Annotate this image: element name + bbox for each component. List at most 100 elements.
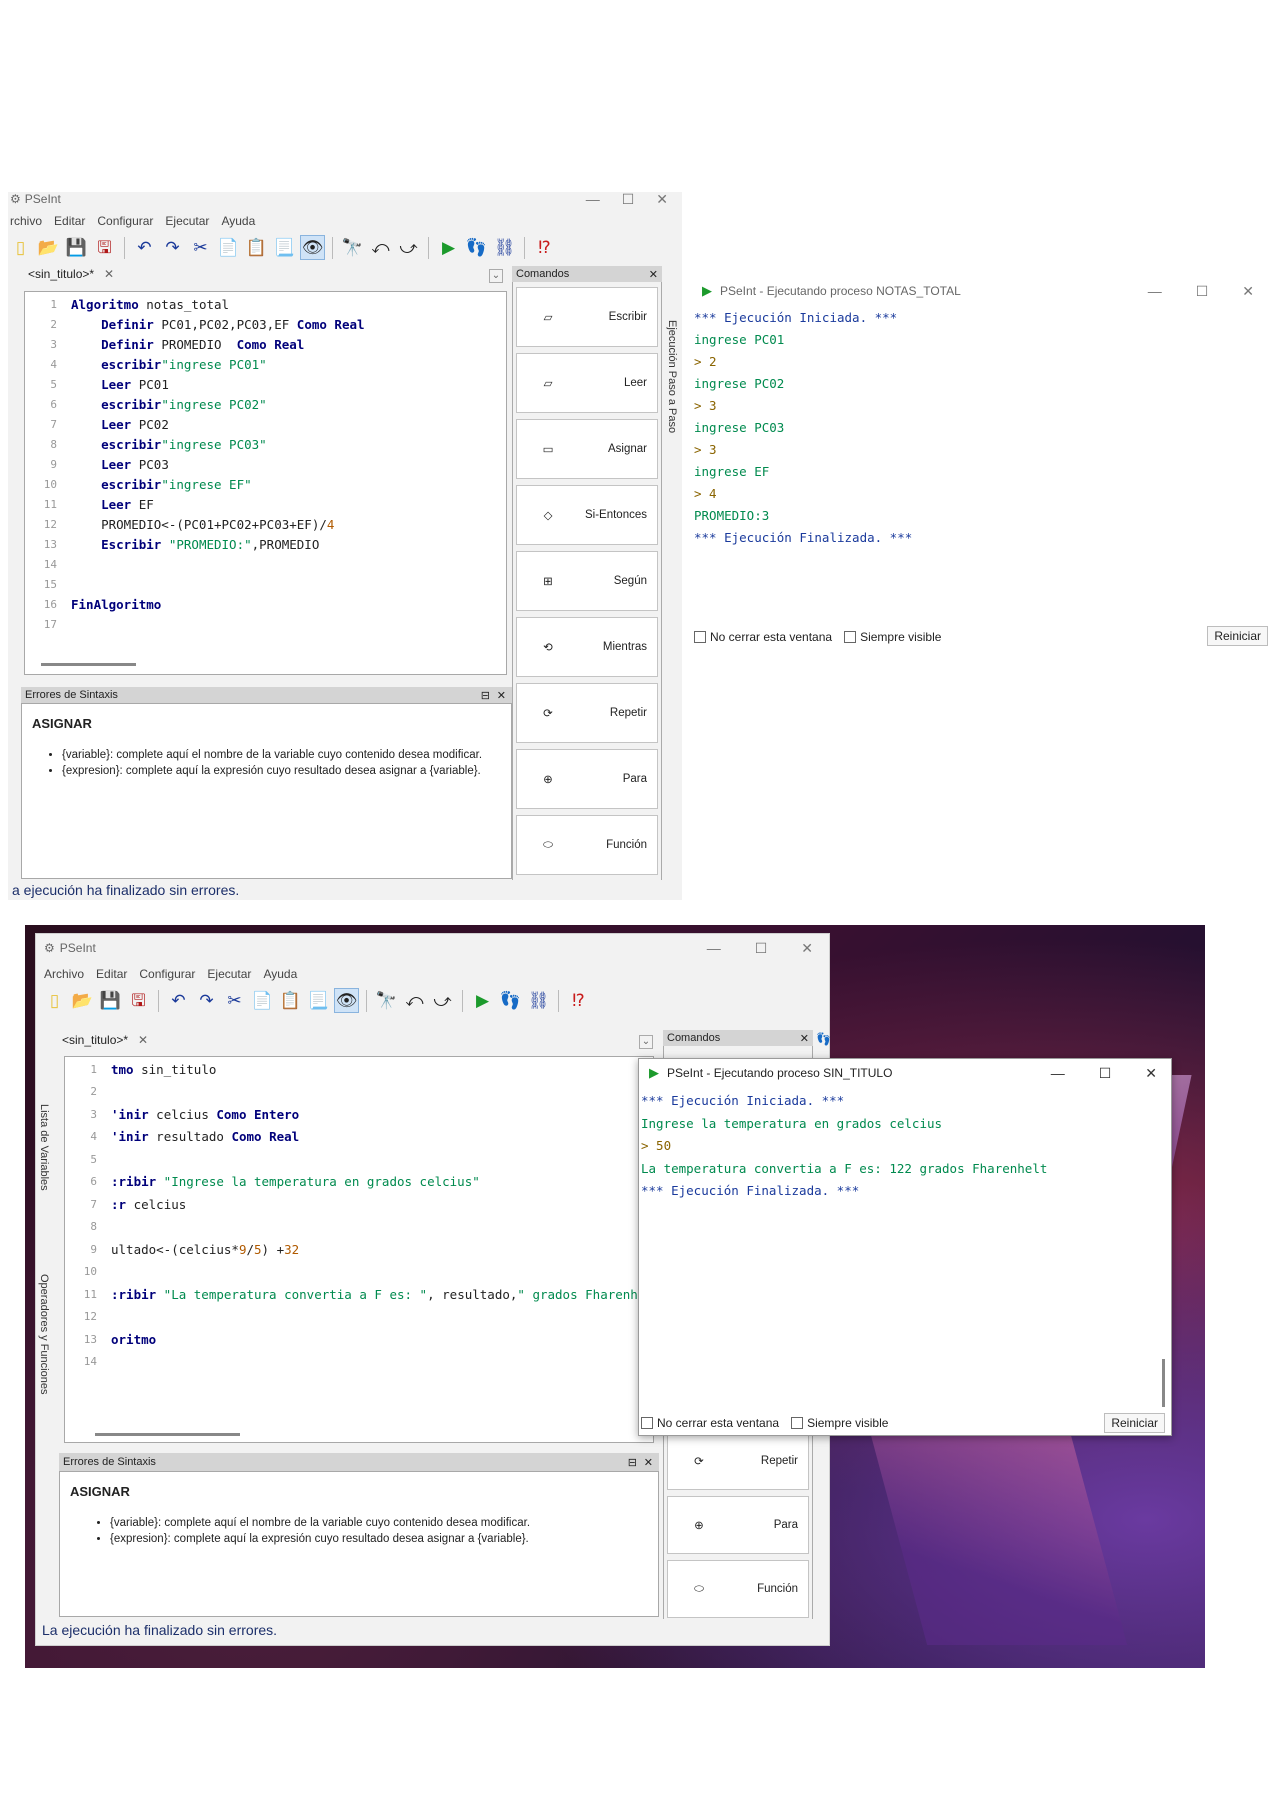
tab-label[interactable]: <sin_titulo>* xyxy=(28,267,94,281)
step-by-step-icon[interactable]: 👣 xyxy=(498,988,523,1013)
command-funcion[interactable]: ⬭ Función xyxy=(667,1560,809,1618)
highlight-icon[interactable]: 👁 xyxy=(334,988,359,1013)
copy-icon[interactable]: 📄 xyxy=(250,988,275,1013)
siempre-visible-checkbox[interactable]: Siempre visible xyxy=(791,1416,888,1430)
step-by-step-side-icon[interactable]: 👣 xyxy=(816,1032,831,1046)
checkbox-box[interactable] xyxy=(844,631,857,643)
close-icon[interactable]: ✕ xyxy=(801,940,813,957)
tab-close-icon[interactable]: ✕ xyxy=(104,267,114,281)
checkbox-box[interactable] xyxy=(694,631,706,643)
minimize-icon[interactable]: — xyxy=(1051,1065,1065,1081)
tab-close-icon[interactable]: ✕ xyxy=(138,1033,148,1047)
code-editor[interactable]: 1 tmo sin_titulo 2 3 'inir celcius Como Ente… xyxy=(64,1056,654,1443)
side-tab-lista-de-variables[interactable]: Lista de Variables xyxy=(38,1104,50,1191)
maximize-icon[interactable]: ☐ xyxy=(1196,283,1209,300)
maximize-icon[interactable]: ☐ xyxy=(755,940,768,957)
minimize-icon[interactable]: — xyxy=(586,191,600,207)
menu-archivo[interactable]: Archivo xyxy=(44,967,84,981)
find-next-icon[interactable]: ⤻ xyxy=(396,235,421,260)
minimize-icon[interactable]: — xyxy=(707,940,721,956)
commands-close-icon[interactable]: ✕ xyxy=(800,1032,809,1045)
command-escribir[interactable]: ⏥ Escribir xyxy=(516,287,658,347)
find-next-icon[interactable]: ⤻ xyxy=(430,988,455,1013)
tab-label[interactable]: <sin_titulo>* xyxy=(62,1033,128,1047)
menu-ayuda[interactable]: Ayuda xyxy=(263,967,297,981)
menu-configurar[interactable]: Configurar xyxy=(97,214,153,228)
command-para[interactable]: ⊕ Para xyxy=(516,749,658,809)
save-as-icon[interactable]: 🖫 xyxy=(92,235,117,260)
redo-icon[interactable]: ↷ xyxy=(194,988,219,1013)
command-repetir[interactable]: ⟳ Repetir xyxy=(516,683,658,743)
menu-ayuda[interactable]: Ayuda xyxy=(221,214,255,228)
code-editor[interactable]: 1 Algoritmo notas_total 2 Definir PC01,PC0… xyxy=(24,291,507,675)
command-asignar[interactable]: ▭ Asignar xyxy=(516,419,658,479)
panel-close-icon[interactable]: ✕ xyxy=(497,689,506,702)
menu-ejecutar[interactable]: Ejecutar xyxy=(165,214,209,228)
flowchart-icon[interactable]: ⛓ xyxy=(492,235,517,260)
side-tab-ejecucion-paso-a-paso[interactable]: Ejecución Paso a Paso xyxy=(666,320,678,433)
command-mientras[interactable]: ⟲ Mientras xyxy=(516,617,658,677)
reiniciar-button[interactable]: Reiniciar xyxy=(1207,626,1268,646)
cut-icon[interactable]: ✂ xyxy=(188,235,213,260)
copy-icon[interactable]: 📄 xyxy=(216,235,241,260)
step-by-step-icon[interactable]: 👣 xyxy=(464,235,489,260)
maximize-icon[interactable]: ☐ xyxy=(622,191,635,208)
commands-close-icon[interactable]: ✕ xyxy=(649,268,658,281)
flowchart-icon[interactable]: ⛓ xyxy=(526,988,551,1013)
save-as-icon[interactable]: 🖫 xyxy=(126,988,151,1013)
find-prev-icon[interactable]: ⤺ xyxy=(402,988,427,1013)
panel-float-icon[interactable]: ⊟ xyxy=(481,689,490,702)
indent-icon[interactable]: 📃 xyxy=(306,988,331,1013)
highlight-icon[interactable]: 👁 xyxy=(300,235,325,260)
run-icon[interactable]: ▶ xyxy=(470,988,495,1013)
maximize-icon[interactable]: ☐ xyxy=(1099,1065,1112,1082)
paste-icon[interactable]: 📋 xyxy=(278,988,303,1013)
siempre-visible-checkbox[interactable]: Siempre visible xyxy=(844,630,941,644)
find-icon[interactable]: 🔭 xyxy=(340,235,365,260)
command-si-entonces[interactable]: ◇ Si-Entonces xyxy=(516,485,658,545)
side-tab-operadores-y-funciones[interactable]: Operadores y Funciones xyxy=(38,1274,50,1394)
no-cerrar-checkbox[interactable]: No cerrar esta ventana xyxy=(641,1416,779,1430)
menu-ejecutar[interactable]: Ejecutar xyxy=(207,967,251,981)
close-icon[interactable]: ✕ xyxy=(1242,283,1254,300)
no-cerrar-checkbox[interactable]: No cerrar esta ventana xyxy=(694,630,832,644)
save-icon[interactable]: 💾 xyxy=(64,235,89,260)
open-folder-icon[interactable]: 📂 xyxy=(70,988,95,1013)
save-icon[interactable]: 💾 xyxy=(98,988,123,1013)
menu-archivo[interactable]: rchivo xyxy=(10,214,42,228)
find-icon[interactable]: 🔭 xyxy=(374,988,399,1013)
run-icon[interactable]: ▶ xyxy=(436,235,461,260)
command-leer[interactable]: ⏥ Leer xyxy=(516,353,658,413)
close-icon[interactable]: ✕ xyxy=(1145,1065,1157,1082)
horizontal-scrollbar[interactable] xyxy=(41,663,136,666)
horizontal-scrollbar[interactable] xyxy=(95,1433,240,1436)
undo-icon[interactable]: ↶ xyxy=(166,988,191,1013)
new-file-icon[interactable]: ▯ xyxy=(42,988,67,1013)
indent-icon[interactable]: 📃 xyxy=(272,235,297,260)
menu-editar[interactable]: Editar xyxy=(54,214,85,228)
help-icon[interactable]: ⁉ xyxy=(532,235,557,260)
panel-close-icon[interactable]: ✕ xyxy=(644,1456,653,1469)
minimize-icon[interactable]: — xyxy=(1148,283,1162,299)
editor-tab[interactable]: <sin_titulo>* ✕ xyxy=(12,267,114,281)
command-funcion[interactable]: ⬭ Función xyxy=(516,815,658,875)
cut-icon[interactable]: ✂ xyxy=(222,988,247,1013)
tabs-dropdown-icon[interactable]: ⌄ xyxy=(489,269,503,283)
undo-icon[interactable]: ↶ xyxy=(132,235,157,260)
find-prev-icon[interactable]: ⤺ xyxy=(368,235,393,260)
close-icon[interactable]: ✕ xyxy=(656,191,668,208)
command-repetir[interactable]: ⟳ Repetir xyxy=(667,1432,809,1490)
tabs-dropdown-icon[interactable]: ⌄ xyxy=(639,1035,653,1049)
help-icon[interactable]: ⁉ xyxy=(566,988,591,1013)
checkbox-box[interactable] xyxy=(641,1417,653,1429)
redo-icon[interactable]: ↷ xyxy=(160,235,185,260)
new-file-icon[interactable]: ▯ xyxy=(8,235,33,260)
paste-icon[interactable]: 📋 xyxy=(244,235,269,260)
command-segun[interactable]: ⊞ Según xyxy=(516,551,658,611)
command-para[interactable]: ⊕ Para xyxy=(667,1496,809,1554)
vertical-scrollbar[interactable] xyxy=(1162,1359,1165,1407)
menu-configurar[interactable]: Configurar xyxy=(139,967,195,981)
editor-tab[interactable]: <sin_titulo>* ✕ xyxy=(42,1033,148,1047)
panel-float-icon[interactable]: ⊟ xyxy=(628,1456,637,1469)
menu-editar[interactable]: Editar xyxy=(96,967,127,981)
